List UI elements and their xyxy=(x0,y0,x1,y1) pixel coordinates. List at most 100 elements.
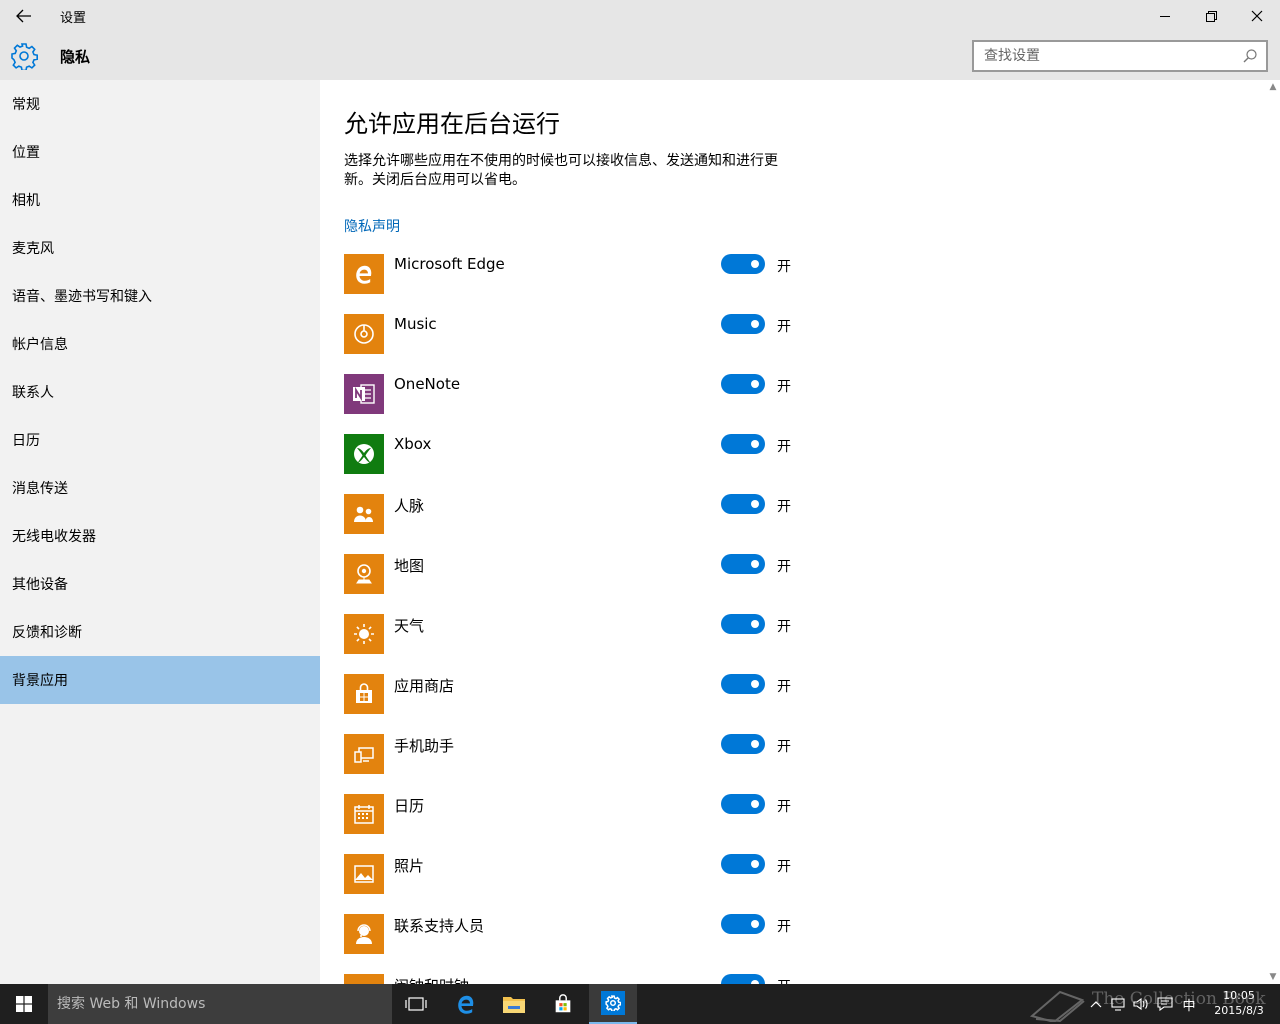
toggle-store[interactable] xyxy=(721,674,765,694)
toggle-knob xyxy=(751,740,759,748)
toggle-state-label: 开 xyxy=(777,919,791,935)
sidebar: 常规 位置 相机 麦克风 语音、墨迹书写和键入 帐户信息 联系人 日历 消息传送… xyxy=(0,80,320,984)
minimize-button[interactable] xyxy=(1142,0,1188,32)
toggle-maps[interactable] xyxy=(721,554,765,574)
chevron-up-icon xyxy=(1090,1001,1102,1008)
app-tile xyxy=(344,854,384,894)
taskbar-file-explorer-button[interactable] xyxy=(490,984,538,1024)
sidebar-item-background-apps[interactable]: 背景应用 xyxy=(0,656,320,704)
search-box[interactable] xyxy=(972,40,1268,72)
taskbar-clock[interactable]: 10:05 2015/8/3 xyxy=(1206,988,1272,1018)
sidebar-item-camera[interactable]: 相机 xyxy=(0,176,320,224)
network-icon xyxy=(1111,998,1125,1011)
toggle-photos[interactable] xyxy=(721,854,765,874)
sidebar-item-messaging[interactable]: 消息传送 xyxy=(0,464,320,512)
toggle-onenote[interactable] xyxy=(721,374,765,394)
page-description: 选择允许哪些应用在不使用的时候也可以接收信息、发送通知和进行更新。关闭后台应用可… xyxy=(344,153,778,188)
app-row-music: Music 开 xyxy=(344,314,844,374)
scroll-up-icon[interactable]: ▲ xyxy=(1268,82,1278,92)
sidebar-item-location[interactable]: 位置 xyxy=(0,128,320,176)
toggle-knob xyxy=(751,800,759,808)
restore-icon xyxy=(1205,10,1217,22)
app-name: Xbox xyxy=(394,435,432,453)
privacy-statement-link[interactable]: 隐私声明 xyxy=(344,216,400,236)
app-tile xyxy=(344,254,384,294)
toggle-knob xyxy=(751,860,759,868)
toggle-state-label: 开 xyxy=(777,499,791,515)
app-name: 闹钟和时钟 xyxy=(394,975,469,984)
app-name: Music xyxy=(394,315,437,333)
back-arrow-icon xyxy=(16,9,31,23)
toggle-knob xyxy=(751,920,759,928)
toggle-knob xyxy=(751,560,759,568)
sidebar-item-calendar[interactable]: 日历 xyxy=(0,416,320,464)
sidebar-item-label: 常规 xyxy=(12,97,40,113)
app-tile xyxy=(344,914,384,954)
clock-date: 2015/8/3 xyxy=(1214,1004,1264,1017)
taskbar-edge-button[interactable] xyxy=(442,984,490,1024)
app-tile xyxy=(344,434,384,474)
task-view-icon xyxy=(405,997,427,1011)
task-view-button[interactable] xyxy=(392,984,440,1024)
volume-button[interactable] xyxy=(1130,984,1152,1024)
toggle-knob xyxy=(751,680,759,688)
toggle-microsoft-edge[interactable] xyxy=(721,254,765,274)
network-button[interactable] xyxy=(1108,984,1130,1024)
app-row-weather: 天气 开 xyxy=(344,614,844,674)
sidebar-item-account-info[interactable]: 帐户信息 xyxy=(0,320,320,368)
taskbar-store-button[interactable] xyxy=(539,984,587,1024)
show-hidden-icons-button[interactable] xyxy=(1086,984,1106,1024)
toggle-phone-companion[interactable] xyxy=(721,734,765,754)
sidebar-item-label: 语音、墨迹书写和键入 xyxy=(12,289,152,305)
app-name: 照片 xyxy=(394,857,425,875)
sidebar-item-other-devices[interactable]: 其他设备 xyxy=(0,560,320,608)
toggle-music[interactable] xyxy=(721,314,765,334)
sidebar-item-feedback-diagnostics[interactable]: 反馈和诊断 xyxy=(0,608,320,656)
app-name: 应用商店 xyxy=(394,677,455,695)
toggle-weather[interactable] xyxy=(721,614,765,634)
toggle-xbox[interactable] xyxy=(721,434,765,454)
sidebar-item-microphone[interactable]: 麦克风 xyxy=(0,224,320,272)
folder-icon xyxy=(503,997,525,1013)
sidebar-item-label: 麦克风 xyxy=(12,241,54,257)
search-input[interactable] xyxy=(974,42,1234,70)
toggle-calendar[interactable] xyxy=(721,794,765,814)
sidebar-item-contacts[interactable]: 联系人 xyxy=(0,368,320,416)
app-row-people: 人脉 开 xyxy=(344,494,844,554)
app-row-photos: 照片 开 xyxy=(344,854,844,914)
toggle-alarms-clock[interactable] xyxy=(721,974,765,984)
taskbar: The Collection Book 中 10:05 2015/8/3 xyxy=(0,984,1280,1024)
sidebar-item-radios[interactable]: 无线电收发器 xyxy=(0,512,320,560)
search-icon[interactable] xyxy=(1242,48,1258,64)
notification-icon xyxy=(1157,997,1173,1011)
action-center-button[interactable] xyxy=(1154,984,1176,1024)
minimize-icon xyxy=(1159,15,1170,17)
close-button[interactable] xyxy=(1234,0,1280,32)
sidebar-item-label: 位置 xyxy=(12,145,40,161)
clock-time: 10:05 xyxy=(1223,989,1255,1002)
app-list: Microsoft Edge 开 Music 开 OneNote 开 Xbox … xyxy=(344,254,844,984)
toggle-contact-support[interactable] xyxy=(721,914,765,934)
input-method-indicator[interactable]: 中 xyxy=(1178,984,1200,1024)
section-title: 隐私 xyxy=(60,48,91,66)
app-row-store: 应用商店 开 xyxy=(344,674,844,734)
app-row-microsoft-edge: Microsoft Edge 开 xyxy=(344,254,844,314)
edge-icon xyxy=(458,995,474,1014)
sidebar-item-label: 日历 xyxy=(12,433,40,449)
start-button[interactable] xyxy=(0,984,48,1024)
gear-icon xyxy=(605,995,621,1011)
taskbar-settings-button[interactable] xyxy=(589,984,637,1024)
back-button[interactable] xyxy=(8,4,40,28)
toggle-people[interactable] xyxy=(721,494,765,514)
taskbar-search[interactable] xyxy=(48,984,392,1024)
app-row-phone-companion: 手机助手 开 xyxy=(344,734,844,794)
app-name: 地图 xyxy=(394,557,425,575)
restore-button[interactable] xyxy=(1188,0,1234,32)
app-name: OneNote xyxy=(394,375,461,393)
sidebar-item-speech-inking-typing[interactable]: 语音、墨迹书写和键入 xyxy=(0,272,320,320)
taskbar-search-input[interactable] xyxy=(48,984,378,1024)
app-row-maps: 地图 开 xyxy=(344,554,844,614)
vertical-scrollbar[interactable]: ▲ ▼ xyxy=(1266,80,1280,984)
scroll-down-icon[interactable]: ▼ xyxy=(1268,972,1278,982)
sidebar-item-general[interactable]: 常规 xyxy=(0,80,320,128)
